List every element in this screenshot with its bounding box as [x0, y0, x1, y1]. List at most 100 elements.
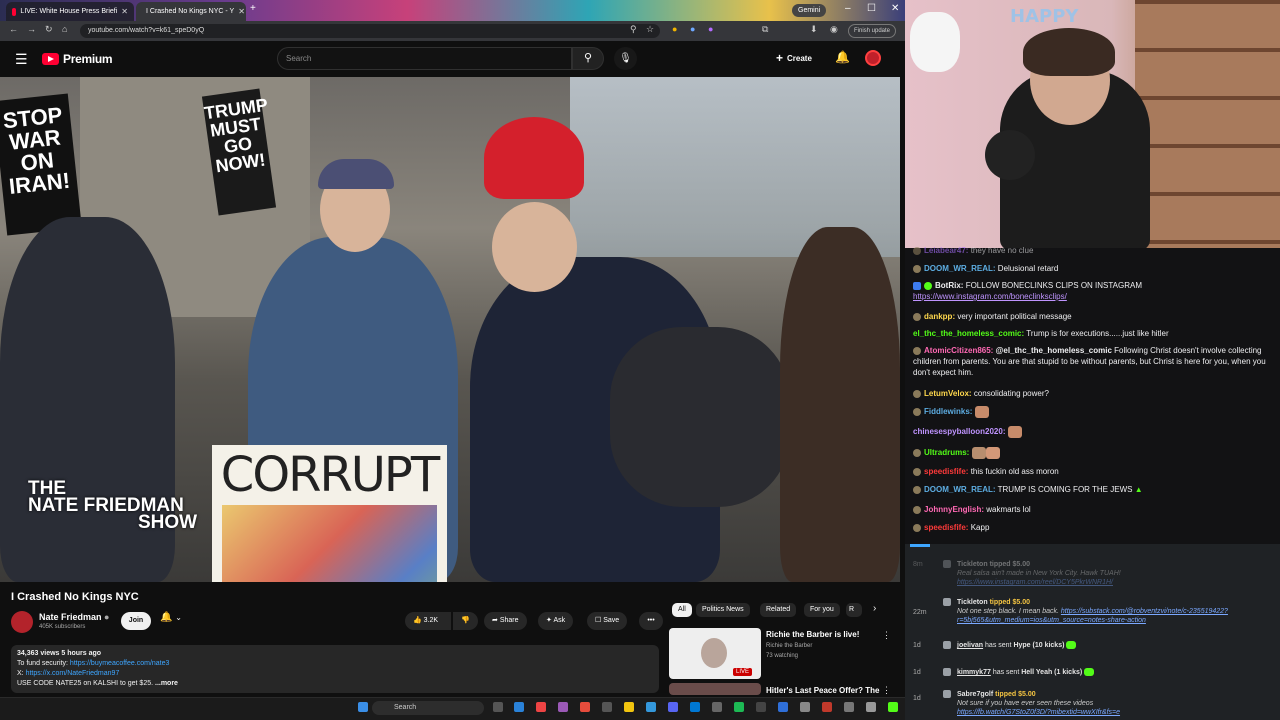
spotify-icon[interactable] — [734, 702, 744, 712]
channel-avatar[interactable] — [11, 611, 33, 633]
close-window-icon[interactable]: ✕ — [891, 3, 899, 14]
kick-app-icon[interactable] — [888, 702, 898, 712]
plush-toy — [910, 12, 960, 72]
back-icon[interactable]: ← — [9, 24, 18, 34]
tab-crashed-no-kings[interactable]: I Crashed No Kings NYC - Y ✕ — [136, 2, 246, 21]
taskbar-search[interactable]: Search — [372, 701, 484, 715]
app-icon[interactable] — [844, 702, 854, 712]
finish-update-button[interactable]: Finish update — [848, 24, 897, 38]
zoom-icon[interactable]: ⚲ — [630, 24, 637, 35]
app-icon[interactable] — [778, 702, 788, 712]
home-icon[interactable]: ⌂ — [62, 24, 67, 34]
chat-username[interactable]: JohnnyEnglish: — [924, 505, 984, 514]
more-vert-icon[interactable]: ⋮ — [882, 685, 891, 696]
extension-icon[interactable]: ● — [672, 24, 677, 34]
reload-icon[interactable]: ↻ — [45, 24, 53, 35]
chat-username[interactable]: chinesespyballoon2020: — [913, 427, 1005, 436]
join-button[interactable]: Join — [121, 612, 151, 630]
chat-username[interactable]: speedisfife: — [924, 467, 968, 476]
buymeacoffee-link[interactable]: https://buymeacoffee.com/nate3 — [70, 660, 170, 667]
tab-white-house-briefing[interactable]: LIVE: White House Press Briefi ✕ — [6, 2, 134, 21]
share-icon: ➦ — [492, 617, 498, 624]
recommendation-channel[interactable]: Richie the Barber — [766, 643, 812, 649]
app-icon[interactable] — [800, 702, 810, 712]
forward-icon[interactable]: → — [27, 24, 36, 34]
save-button[interactable]: ☐ Save — [587, 612, 628, 630]
like-button[interactable]: 👍 3.2K — [405, 612, 451, 630]
account-avatar[interactable] — [865, 50, 881, 66]
more-actions-button[interactable]: ••• — [639, 612, 663, 630]
channel-name[interactable]: Nate Friedman ● — [39, 612, 109, 622]
start-windows-icon[interactable] — [358, 702, 368, 712]
extensions-puzzle-icon[interactable]: ⧉ — [762, 24, 768, 35]
chip-for-you[interactable]: For you — [804, 603, 840, 617]
close-tab-icon[interactable]: ✕ — [238, 2, 245, 21]
chat-username[interactable]: Ultradrums: — [924, 448, 969, 457]
discord-icon[interactable] — [668, 702, 678, 712]
chat-username[interactable]: Fiddlewinks: — [924, 407, 972, 416]
file-explorer-icon[interactable] — [624, 702, 634, 712]
chat-username[interactable]: Leiabear47: — [924, 246, 968, 255]
chat-username[interactable]: LetumVelox: — [924, 389, 972, 398]
chat-username[interactable]: dankpp: — [924, 312, 955, 321]
extension-icon[interactable]: ● — [708, 24, 713, 34]
new-tab-icon[interactable]: + — [250, 3, 256, 14]
profile-icon[interactable]: ◉ — [830, 24, 838, 35]
app-icon[interactable] — [756, 702, 766, 712]
badge-icon — [913, 389, 921, 398]
hamburger-menu-icon[interactable]: ☰ — [15, 51, 28, 68]
search-button[interactable]: ⚲ — [572, 47, 604, 70]
close-tab-icon[interactable]: ✕ — [121, 2, 128, 21]
share-button[interactable]: ➦ Share — [484, 612, 527, 630]
description-box[interactable]: 34,363 views 5 hours ago To fund securit… — [11, 645, 659, 693]
ask-button[interactable]: ✦ Ask — [538, 612, 574, 630]
chip-related[interactable]: Related — [760, 603, 797, 617]
url-bar[interactable]: youtube.com/watch?v=k61_speD0yQ — [80, 24, 660, 38]
app-icon[interactable] — [690, 702, 700, 712]
chat-username[interactable]: BotRix: — [935, 281, 963, 290]
chat-username[interactable]: speedisfife: — [924, 523, 968, 532]
task-view-icon[interactable] — [493, 702, 503, 712]
maximize-icon[interactable]: ☐ — [867, 3, 876, 14]
chrome-icon[interactable] — [536, 702, 546, 712]
chevron-right-icon[interactable]: › — [873, 603, 876, 614]
gemini-button[interactable]: Gemini — [792, 4, 827, 17]
app-icon[interactable] — [866, 702, 876, 712]
chat-username[interactable]: AtomicCitizen865: — [924, 346, 993, 355]
recommendation-title[interactable]: Hitler's Last Peace Offer? The — [766, 686, 880, 695]
edge-icon[interactable] — [514, 702, 524, 712]
app-icon[interactable] — [580, 702, 590, 712]
app-icon[interactable] — [646, 702, 656, 712]
youtube-logo[interactable]: Premium — [42, 52, 113, 66]
minimize-icon[interactable]: – — [845, 3, 851, 14]
app-icon[interactable] — [822, 702, 832, 712]
facebook-link[interactable]: https://fb.watch/G7StoZ0f3D/?mibextid=ww… — [957, 709, 1120, 716]
notifications-bell-icon[interactable]: 🔔 — [835, 50, 850, 64]
chat-username[interactable]: DOOM_WR_REAL: — [924, 264, 996, 273]
app-icon[interactable] — [602, 702, 612, 712]
recommendation-title[interactable]: Richie the Barber is live! — [766, 630, 859, 639]
event-link[interactable]: https://www.instagram.com/reel/DCY5PkrWN… — [957, 579, 1113, 586]
chip-truncated[interactable]: R — [846, 603, 862, 617]
more-vert-icon[interactable]: ⋮ — [882, 630, 891, 641]
recommendation-thumbnail[interactable] — [669, 683, 761, 695]
bookmark-star-icon[interactable]: ☆ — [646, 24, 654, 35]
app-icon[interactable] — [558, 702, 568, 712]
chip-all[interactable]: All — [672, 603, 692, 617]
badge-icon — [913, 523, 921, 532]
microphone-icon: 🎙 — [619, 53, 632, 64]
chat-username[interactable]: DOOM_WR_REAL: — [924, 485, 996, 494]
chip-politics-news[interactable]: Politics News — [696, 603, 750, 617]
chat-username[interactable]: el_thc_the_homeless_comic: — [913, 329, 1024, 338]
subscribe-bell-dropdown[interactable]: 🔔 ⌄ — [160, 612, 182, 623]
dislike-button[interactable]: 👎 — [453, 612, 478, 630]
voice-search-button[interactable]: 🎙 — [614, 47, 637, 70]
x-profile-link[interactable]: https://x.com/NateFriedman97 — [26, 670, 120, 677]
obs-icon[interactable] — [712, 702, 722, 712]
extension-icon[interactable]: ● — [690, 24, 695, 34]
download-icon[interactable]: ⬇ — [810, 24, 818, 35]
create-button[interactable]: + Create — [776, 51, 812, 65]
search-input[interactable]: Search — [277, 47, 572, 70]
instagram-link[interactable]: https://www.instagram.com/boneclinksclip… — [913, 292, 1067, 301]
show-more-button[interactable]: ...more — [155, 680, 178, 687]
